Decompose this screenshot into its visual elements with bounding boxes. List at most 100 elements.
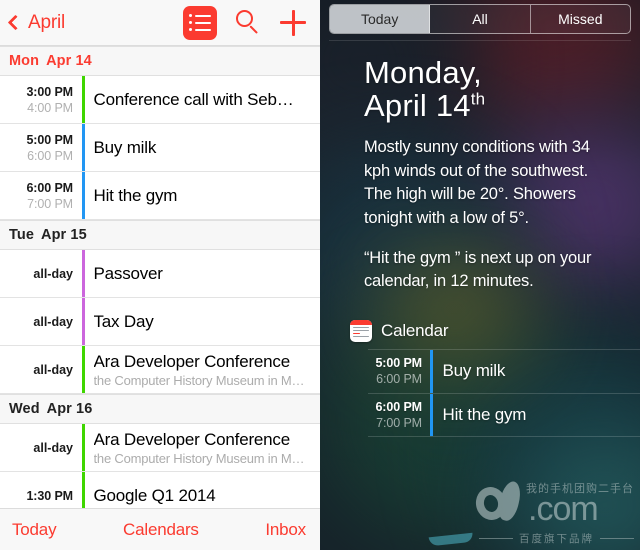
navigation-bar: April [0, 0, 320, 46]
calendar-widget-title: Calendar [381, 320, 449, 340]
calendar-icon-lines [350, 325, 372, 342]
notification-event-row[interactable]: 6:00 PM 7:00 PM Hit the gym [368, 392, 640, 437]
day-header: Wed Apr 16 [0, 394, 320, 424]
event-time-column: all-day [0, 250, 82, 297]
notification-center-content: Monday, April 14th Mostly sunny conditio… [320, 44, 640, 437]
event-start-time: 5:00 PM [26, 132, 73, 147]
tab-inbox[interactable]: Inbox [265, 520, 306, 540]
notification-event-times: 5:00 PM 6:00 PM [368, 350, 430, 393]
segment-missed[interactable]: Missed [531, 5, 630, 33]
event-start-time: 3:00 PM [26, 84, 73, 99]
date-line-2: April 14 [364, 88, 471, 124]
tab-today[interactable]: Today [12, 520, 57, 540]
event-end-time: 4:00 PM [27, 100, 73, 115]
list-icon-bar [195, 14, 211, 17]
event-row[interactable]: 1:30 PM Google Q1 2014 [0, 472, 320, 508]
chevron-left-icon [7, 14, 24, 31]
event-time-column: 6:00 PM 7:00 PM [0, 172, 82, 219]
event-end-time: 7:00 PM [27, 196, 73, 211]
day-header-weekday: Wed [9, 401, 40, 417]
date-line-1: Monday, [364, 55, 482, 90]
event-allday-label: all-day [33, 362, 73, 377]
event-title: Conference call with Seb… [93, 89, 294, 109]
event-row[interactable]: all-day Ara Developer Conference the Compu… [0, 424, 320, 472]
event-row[interactable]: 5:00 PM 6:00 PM Buy milk [0, 124, 320, 172]
event-location: the Computer History Museum in M… [93, 372, 305, 388]
list-icon-row [189, 14, 211, 17]
list-icon-bar [195, 21, 211, 24]
weather-summary-text: Mostly sunny conditions with 34 kph wind… [364, 138, 590, 227]
event-time-column: 5:00 PM 6:00 PM [0, 124, 82, 171]
event-body: Passover [85, 250, 321, 297]
event-list[interactable]: Mon Apr 14 3:00 PM 4:00 PM Conference call w… [0, 46, 320, 508]
list-icon-row [189, 28, 211, 31]
notification-event-title: Buy milk [442, 361, 506, 381]
search-icon[interactable] [236, 10, 261, 35]
calendar-icon-line [353, 335, 369, 338]
event-title: Passover [93, 263, 163, 283]
notification-event-row[interactable]: 5:00 PM 6:00 PM Buy milk [368, 348, 640, 393]
event-start-time: 1:30 PM [26, 488, 73, 503]
event-row[interactable]: 6:00 PM 7:00 PM Hit the gym [0, 172, 320, 220]
event-time-column: 3:00 PM 4:00 PM [0, 76, 82, 123]
event-title: Google Q1 2014 [93, 485, 216, 505]
navigation-actions [183, 5, 310, 40]
event-body: Buy milk [85, 124, 321, 171]
event-time-column: all-day [0, 346, 82, 393]
list-icon-dot [189, 28, 192, 31]
calendar-widget-events[interactable]: 5:00 PM 6:00 PM Buy milk 6:00 PM 7:00 PM Hit … [320, 348, 640, 437]
segment-today[interactable]: Today [330, 5, 431, 33]
segment-all[interactable]: All [430, 5, 531, 33]
segmented-control[interactable]: Today All Missed [329, 4, 631, 34]
day-header: Tue Apr 15 [0, 220, 320, 250]
event-row[interactable]: all-day Passover [0, 250, 320, 298]
event-time-column: all-day [0, 424, 82, 471]
event-row[interactable]: all-day Tax Day [0, 298, 320, 346]
event-title: Buy milk [93, 137, 157, 157]
list-icon-dot [189, 21, 192, 24]
event-row[interactable]: all-day Ara Developer Conference the Compu… [0, 346, 320, 394]
today-summary: Mostly sunny conditions with 34 kph wind… [320, 122, 640, 294]
app-screen: April Mon Apr 14 3:00 PM 4:00 PM Conference … [0, 0, 640, 550]
date-ordinal-suffix: th [470, 89, 486, 109]
event-body: Tax Day [85, 298, 321, 345]
back-button[interactable]: April [7, 11, 66, 34]
day-header-weekday: Tue [9, 227, 35, 243]
back-button-label: April [28, 11, 66, 33]
event-start-time: 6:00 PM [26, 180, 73, 195]
event-body: Google Q1 2014 [85, 472, 321, 508]
event-body: Ara Developer Conference the Computer His… [85, 346, 321, 393]
event-title: Ara Developer Conference [93, 429, 291, 449]
event-time-column: 1:30 PM [0, 472, 82, 508]
day-header-date: Apr 15 [41, 227, 87, 243]
calendar-icon-line [353, 326, 369, 329]
event-row[interactable]: 3:00 PM 4:00 PM Conference call with Seb… [0, 76, 320, 124]
notification-event-start-time: 6:00 PM [375, 399, 422, 414]
search-icon-handle [249, 25, 258, 35]
calendar-app-panel: April Mon Apr 14 3:00 PM 4:00 PM Conference … [0, 0, 320, 550]
calendar-widget-header: Calendar [320, 319, 640, 342]
list-icon[interactable] [183, 5, 217, 40]
event-allday-label: all-day [33, 314, 73, 329]
tab-calendars[interactable]: Calendars [123, 520, 199, 540]
next-event-summary-text: “Hit the gym ” is next up on your calend… [364, 249, 592, 291]
event-title: Hit the gym [93, 185, 178, 205]
day-header: Mon Apr 14 [0, 46, 320, 76]
calendar-icon-line [353, 329, 369, 332]
calendar-widget: Calendar 5:00 PM 6:00 PM Buy milk 6:00 PM 7:… [320, 319, 640, 437]
today-date-heading: Monday, April 14th [320, 44, 640, 122]
day-header-date: Apr 16 [46, 401, 93, 417]
plus-icon[interactable] [280, 9, 306, 36]
notification-event-start-time: 5:00 PM [375, 356, 422, 371]
day-header-weekday: Mon [9, 53, 40, 69]
bottom-toolbar: Today Calendars Inbox [0, 508, 320, 550]
event-body: Conference call with Seb… [85, 76, 321, 123]
event-allday-label: all-day [33, 266, 73, 281]
calendar-icon-line-accent [353, 332, 361, 335]
notification-event-end-time: 6:00 PM [376, 372, 422, 387]
notification-event-times: 6:00 PM 7:00 PM [368, 394, 430, 436]
event-title: Tax Day [93, 311, 154, 331]
notification-event-title: Hit the gym [442, 404, 527, 424]
event-allday-label: all-day [33, 440, 73, 455]
notification-event-end-time: 7:00 PM [376, 415, 422, 430]
